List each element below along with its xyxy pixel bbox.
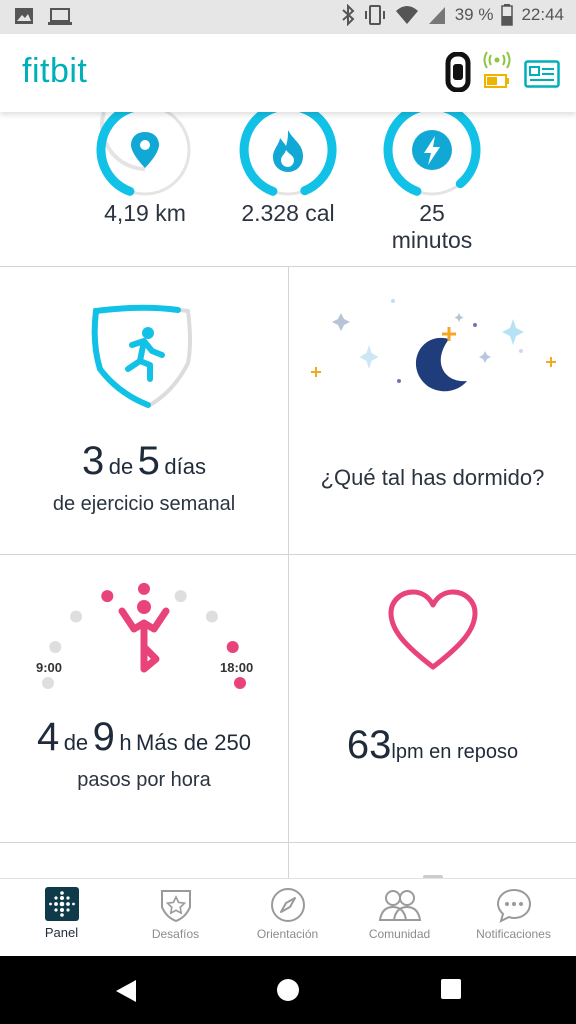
exercise-unit: días	[164, 454, 206, 479]
compass-icon	[270, 888, 305, 922]
tracker-device-icon[interactable]	[444, 51, 472, 97]
dashboard-icon	[44, 887, 79, 921]
moon-stars-icon	[311, 299, 556, 392]
community-people-icon	[378, 890, 421, 921]
nav-notifications-label: Notificaciones	[476, 927, 551, 941]
exercise-progress-text: 3 de 5 días	[0, 439, 288, 484]
nav-guidance[interactable]: Orientación	[230, 887, 345, 941]
hourly-unit: h	[119, 730, 132, 755]
nav-community[interactable]: Comunidad	[342, 887, 457, 941]
exercise-goal: 5	[137, 439, 160, 483]
hourly-start-label: 9:00	[36, 660, 63, 675]
tile-hourly-activity[interactable]: 9:00 18:00 4 de 9 h Más de 250 pasos por…	[0, 554, 288, 842]
tile-next-left[interactable]	[0, 842, 288, 878]
nav-community-label: Comunidad	[368, 927, 431, 941]
hourly-progress-text: 4 de 9 h Más de 250	[0, 715, 288, 760]
exercise-count: 3	[82, 439, 105, 483]
battery-icon	[501, 4, 514, 26]
clock: 22:44	[521, 5, 564, 24]
back-icon[interactable]	[114, 978, 138, 1004]
hour-dot	[226, 641, 239, 653]
hourly-of: de	[63, 730, 89, 755]
dashboard-tiles: 3 de 5 días de ejercicio semanal ¿Qué ta…	[0, 266, 576, 879]
stat-calories-value: 2.328 cal	[241, 200, 335, 226]
hour-dot	[138, 582, 150, 595]
bottom-navigation: Panel Desafíos Orientación Comunidad Not…	[0, 878, 576, 956]
status-bar: 39 % 22:44	[0, 0, 576, 34]
stat-active-minutes-unit: minutos	[391, 227, 473, 253]
nav-panel-label: Panel	[44, 925, 79, 940]
stat-distance[interactable]: 4,19 km	[70, 112, 220, 227]
heart-icon	[388, 589, 478, 670]
stretching-person-icon	[42, 582, 246, 689]
hour-dot	[42, 677, 54, 689]
exercise-caption: de ejercicio semanal	[52, 493, 236, 515]
hourly-caption-a: Más de 250	[136, 730, 251, 755]
profile-card-icon[interactable]	[524, 60, 560, 93]
stat-distance-value: 4,19 km	[104, 200, 186, 226]
lightning-icon	[383, 112, 481, 196]
hour-dot	[101, 590, 114, 603]
hourly-caption-b: pasos por hora	[77, 769, 211, 791]
challenges-star-icon	[160, 890, 191, 923]
nav-panel[interactable]: Panel	[4, 887, 119, 940]
nav-challenges-label: Desafíos	[151, 927, 200, 941]
stat-active-minutes[interactable]: 25 minutos	[357, 112, 507, 254]
fitbit-logo: fitbit	[22, 52, 88, 90]
hour-dot	[70, 610, 83, 623]
tile-heart-rate[interactable]: 63lpm en reposo	[288, 554, 576, 842]
hourly-count: 4	[36, 715, 60, 759]
bluetooth-icon	[341, 4, 355, 26]
nav-notifications[interactable]: Notificaciones	[456, 887, 571, 941]
vibrate-icon	[363, 4, 387, 26]
tile-next-right[interactable]	[288, 842, 576, 879]
app-header: fitbit	[0, 34, 576, 112]
hour-dot	[174, 590, 187, 603]
stat-calories[interactable]: 2.328 cal	[213, 112, 363, 227]
tile-sleep[interactable]: ¿Qué tal has dormido?	[288, 266, 576, 554]
laptop-icon	[48, 6, 72, 26]
heart-rate-text: 63lpm en reposo	[289, 723, 576, 768]
exercise-of: de	[108, 454, 134, 479]
battery-percent: 39 %	[454, 5, 494, 24]
nav-guidance-label: Orientación	[256, 927, 319, 941]
home-icon[interactable]	[276, 978, 300, 1002]
nav-challenges[interactable]: Desafíos	[118, 887, 233, 941]
daily-stats: 4,19 km 2.328 cal 25 minutos	[0, 112, 576, 266]
low-battery-icon	[484, 74, 510, 93]
heart-rate-value: 63	[346, 723, 392, 767]
running-person-shield-icon	[91, 304, 192, 408]
hourly-end-label: 18:00	[220, 660, 254, 675]
stat-active-minutes-value: 25	[419, 200, 445, 226]
recents-icon[interactable]	[440, 978, 462, 1000]
flame-icon	[239, 112, 337, 196]
hour-dot	[205, 610, 218, 623]
hour-dot	[234, 677, 246, 689]
image-icon	[14, 6, 34, 26]
wifi-icon	[395, 4, 419, 26]
hour-dot	[49, 641, 62, 653]
hourly-goal: 9	[92, 715, 115, 759]
tile-weekly-exercise[interactable]: 3 de 5 días de ejercicio semanal	[0, 266, 288, 554]
chat-bubble-icon	[496, 888, 531, 923]
location-pin-icon	[96, 112, 191, 196]
sleep-prompt: ¿Qué tal has dormido?	[320, 465, 545, 490]
cell-signal-icon	[427, 4, 447, 26]
heart-rate-unit: lpm en reposo	[391, 741, 519, 763]
sync-signal-icon	[482, 50, 512, 75]
system-navigation-bar	[0, 956, 576, 1024]
